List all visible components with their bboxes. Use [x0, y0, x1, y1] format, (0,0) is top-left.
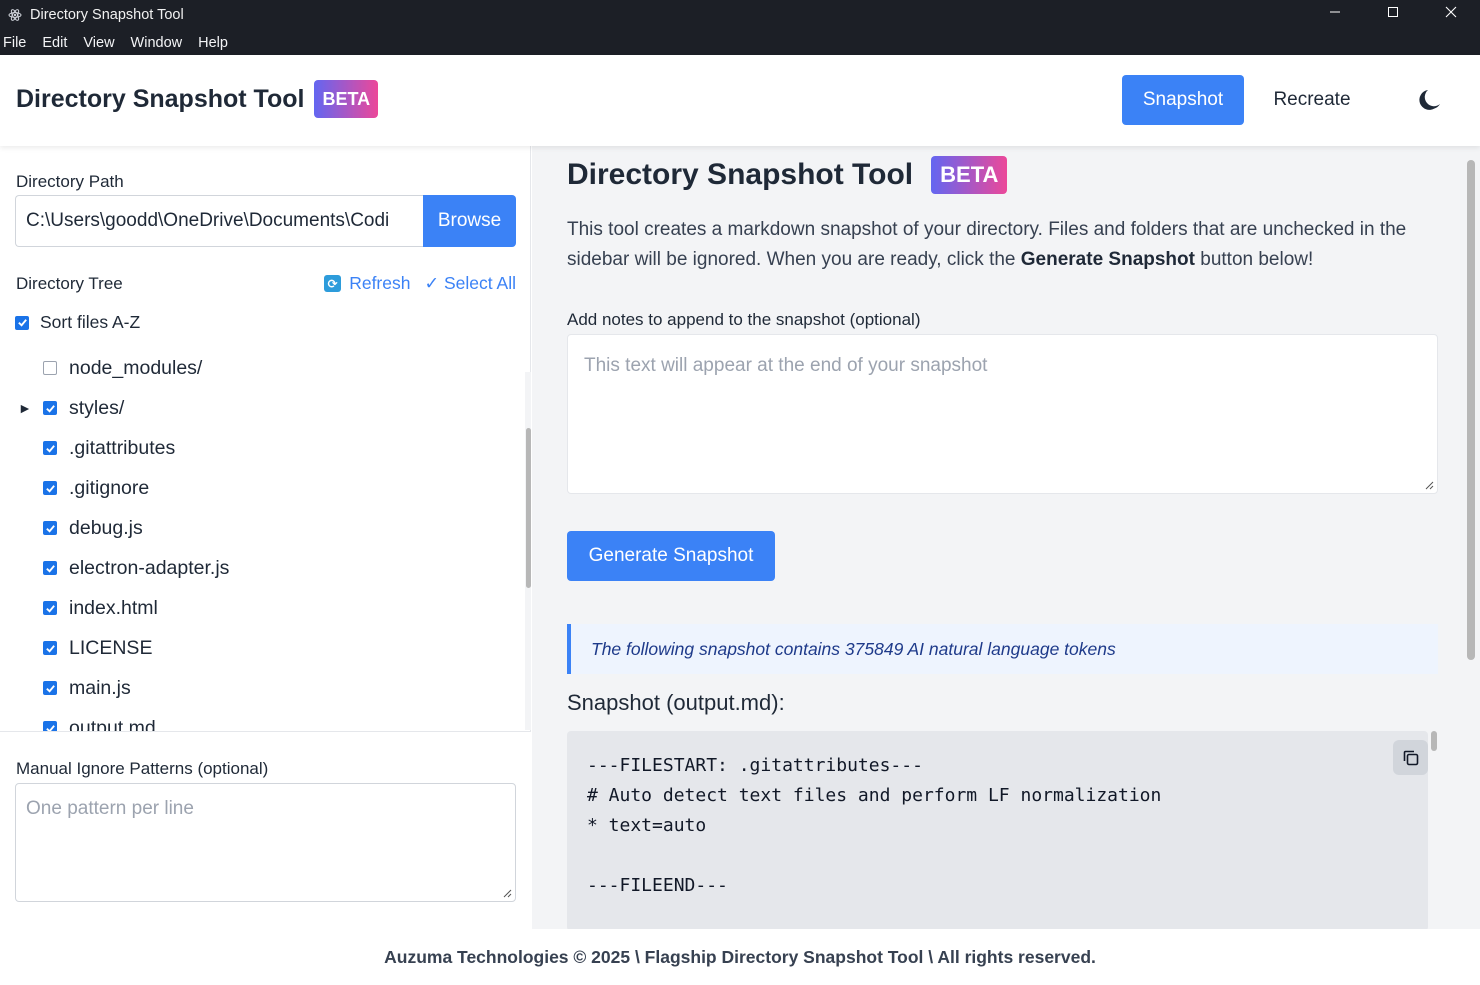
- tree-item-name: node_modules/: [69, 358, 203, 379]
- tree-item-name: main.js: [69, 676, 131, 699]
- tree-item-name: output.md: [69, 716, 156, 732]
- check-icon: [45, 564, 55, 573]
- snapshot-output-code[interactable]: ---FILESTART: .gitattributes--- # Auto d…: [567, 731, 1428, 929]
- code-scrollbar[interactable]: [1429, 731, 1438, 929]
- minimize-icon: [1330, 11, 1340, 13]
- check-icon: [45, 524, 55, 533]
- intro-text-bold: Generate Snapshot: [1020, 249, 1195, 270]
- refresh-icon: ⟳: [324, 275, 342, 292]
- expand-arrow-icon[interactable]: ►: [18, 400, 32, 416]
- menu-help[interactable]: Help: [190, 35, 236, 51]
- main-title: Directory Snapshot Tool BETA: [567, 156, 1008, 194]
- main-scrollbar-thumb[interactable]: [1467, 160, 1475, 660]
- tree-checkbox[interactable]: [43, 521, 57, 535]
- header-nav: Snapshot Recreate: [1122, 75, 1480, 125]
- snapshot-output-label: Snapshot (output.md):: [567, 690, 785, 715]
- main-beta-badge: BETA: [931, 156, 1008, 194]
- menu-bar: File Edit View Window Help: [0, 30, 1480, 55]
- tree-checkbox[interactable]: [43, 401, 57, 415]
- tree-item-name: .gitattributes: [69, 436, 176, 459]
- tree-actions: ⟳ Refresh ✓ Select All: [324, 273, 516, 294]
- brand: Directory Snapshot Tool BETA: [16, 80, 379, 118]
- tree-scrollbar-thumb[interactable]: [526, 428, 531, 588]
- window-title: Directory Snapshot Tool: [30, 7, 184, 23]
- directory-tree-label: Directory Tree: [16, 273, 123, 293]
- check-icon: [45, 404, 55, 413]
- main-title-text: Directory Snapshot Tool: [567, 158, 914, 191]
- tree-checkbox[interactable]: [43, 361, 57, 375]
- footer: Auzuma Technologies © 2025 \ Flagship Di…: [0, 929, 1480, 985]
- check-icon: [45, 724, 55, 731]
- resize-grip-icon[interactable]: [1424, 480, 1434, 490]
- electron-app-icon: [7, 7, 23, 23]
- theme-toggle-button[interactable]: [1380, 75, 1480, 125]
- directory-path-input[interactable]: C:\Users\goodd\OneDrive\Documents\Codi: [15, 195, 423, 247]
- check-icon: [17, 319, 27, 327]
- brand-name: Directory Snapshot Tool: [16, 84, 305, 113]
- window-controls: [1306, 0, 1480, 30]
- ignore-patterns-label: Manual Ignore Patterns (optional): [16, 759, 269, 778]
- resize-grip-icon[interactable]: [502, 888, 512, 898]
- tree-checkbox[interactable]: [43, 601, 57, 615]
- token-count-notice: The following snapshot contains 375849 A…: [567, 624, 1438, 674]
- directory-tree-header: Directory Tree ⟳ Refresh ✓ Select All: [16, 273, 516, 294]
- nav-snapshot-button[interactable]: Snapshot: [1122, 75, 1244, 125]
- ignore-patterns-input[interactable]: One pattern per line: [15, 783, 516, 902]
- sidebar: Directory Path C:\Users\goodd\OneDrive\D…: [0, 146, 531, 929]
- refresh-button[interactable]: ⟳ Refresh: [324, 273, 410, 294]
- copy-icon: [1403, 750, 1418, 765]
- refresh-label: Refresh: [349, 273, 411, 293]
- notes-input[interactable]: This text will appear at the end of your…: [567, 334, 1438, 494]
- tree-checkbox[interactable]: [43, 641, 57, 655]
- check-icon: [45, 644, 55, 653]
- notes-label: Add notes to append to the snapshot (opt…: [567, 310, 921, 329]
- menu-window[interactable]: Window: [123, 35, 191, 51]
- tree-item-name: electron-adapter.js: [69, 556, 230, 579]
- select-all-button[interactable]: ✓ Select All: [424, 273, 516, 294]
- intro-text: This tool creates a markdown snapshot of…: [567, 215, 1437, 275]
- directory-path-row: C:\Users\goodd\OneDrive\Documents\Codi B…: [15, 195, 516, 247]
- notes-placeholder: This text will appear at the end of your…: [584, 355, 988, 376]
- menu-edit[interactable]: Edit: [34, 35, 75, 51]
- sort-files-label: Sort files A-Z: [40, 312, 141, 332]
- tree-checkbox[interactable]: [43, 481, 57, 495]
- tree-item-name: .gitignore: [69, 476, 150, 499]
- tree-checkbox[interactable]: [43, 561, 57, 575]
- moon-icon: [1419, 90, 1440, 110]
- copy-button[interactable]: [1393, 740, 1428, 775]
- app-header: Directory Snapshot Tool BETA Snapshot Re…: [0, 55, 1480, 146]
- ignore-patterns-section: Manual Ignore Patterns (optional) One pa…: [0, 731, 531, 929]
- close-icon: [1445, 6, 1457, 18]
- browse-button[interactable]: Browse: [423, 195, 516, 247]
- generate-snapshot-button[interactable]: Generate Snapshot: [567, 531, 775, 581]
- check-icon: [45, 484, 55, 493]
- tree-item-name: styles/: [69, 396, 125, 419]
- tree-checkbox[interactable]: [43, 681, 57, 695]
- ignore-patterns-placeholder: One pattern per line: [26, 798, 194, 819]
- directory-path-label: Directory Path: [16, 172, 124, 191]
- maximize-button[interactable]: [1364, 0, 1422, 24]
- check-icon: [45, 684, 55, 693]
- directory-tree: node_modules/ ► styles/ .gitattributes .…: [0, 358, 531, 731]
- sort-checkbox[interactable]: [15, 315, 29, 330]
- beta-badge: BETA: [314, 80, 379, 118]
- menu-file[interactable]: File: [0, 35, 34, 51]
- check-icon: [45, 444, 55, 453]
- tree-item-name: LICENSE: [69, 636, 153, 659]
- nav-recreate-button[interactable]: Recreate: [1244, 75, 1380, 125]
- tree-item-name: debug.js: [69, 516, 143, 539]
- window-titlebar: Directory Snapshot Tool: [0, 0, 1480, 30]
- code-scrollbar-thumb[interactable]: [1431, 731, 1437, 751]
- tree-item-name: index.html: [69, 596, 158, 619]
- intro-text-part: button below!: [1194, 249, 1314, 270]
- check-icon: [45, 604, 55, 613]
- tree-checkbox[interactable]: [43, 721, 57, 731]
- main-content: Directory Snapshot Tool BETA This tool c…: [532, 146, 1480, 929]
- menu-view[interactable]: View: [75, 35, 122, 51]
- tree-checkbox[interactable]: [43, 441, 57, 455]
- minimize-button[interactable]: [1306, 0, 1364, 24]
- close-button[interactable]: [1422, 0, 1480, 24]
- maximize-icon: [1388, 7, 1398, 17]
- sort-files-toggle[interactable]: Sort files A-Z: [15, 312, 140, 333]
